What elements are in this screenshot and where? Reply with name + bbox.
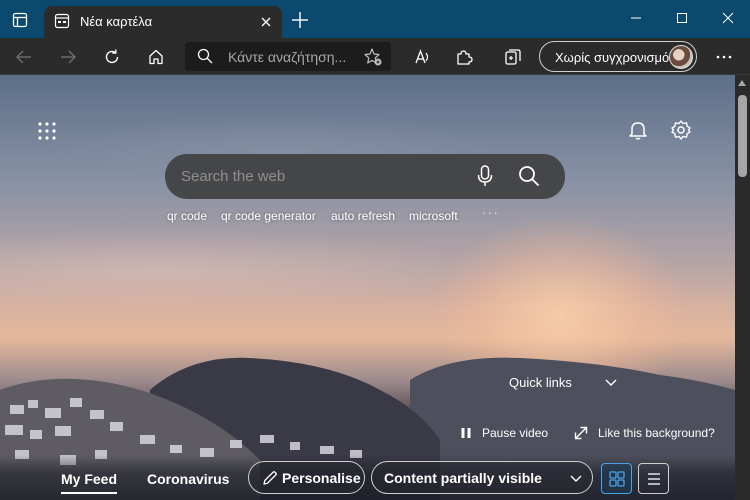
close-window-icon [722, 12, 734, 24]
pause-video-label: Pause video [482, 426, 549, 440]
collections-button[interactable] [501, 45, 525, 69]
home-icon [149, 49, 163, 65]
browser-tab[interactable]: Νέα καρτέλα [44, 6, 282, 38]
profile-button[interactable]: Χωρίς συγχρονισμό [539, 41, 697, 72]
search-suggestion[interactable]: microsoft [409, 209, 458, 223]
search-suggestion[interactable]: qr code [167, 209, 207, 223]
tab-actions-button[interactable] [7, 8, 33, 32]
page-scrollbar[interactable] [735, 75, 750, 500]
scroll-up-arrow-icon[interactable] [738, 80, 746, 86]
search-icon[interactable] [517, 164, 541, 188]
settings-more-button[interactable] [712, 45, 736, 69]
content-visibility-label: Content partially visible [384, 470, 542, 486]
search-suggestion[interactable]: qr code generator [221, 209, 316, 223]
profile-sync-status: Χωρίς συγχρονισμό [555, 50, 670, 65]
address-bar-placeholder: Κάντε αναζήτηση... [228, 49, 347, 65]
more-icon [716, 55, 732, 59]
refresh-icon [105, 49, 119, 64]
collections-icon [505, 49, 521, 65]
more-suggestions-button[interactable]: ··· [482, 204, 499, 220]
gear-icon[interactable] [670, 119, 692, 141]
pause-icon [461, 428, 471, 438]
pause-video-button[interactable]: Pause video [460, 426, 548, 440]
chevron-down-icon[interactable] [604, 376, 618, 390]
list-view-icon [647, 472, 660, 485]
avatar [669, 45, 693, 69]
web-search-box[interactable]: Search the web [165, 154, 565, 199]
search-suggestion[interactable]: auto refresh [331, 209, 395, 223]
address-bar[interactable]: Κάντε αναζήτηση... [185, 42, 391, 71]
personalise-button[interactable]: Personalise [248, 461, 365, 494]
scrollbar-thumb[interactable] [738, 95, 747, 177]
new-tab-page: Search the web qr code qr code generator… [0, 75, 735, 500]
new-tab-button[interactable] [290, 10, 310, 30]
read-aloud-icon [415, 49, 429, 64]
title-bar: Νέα καρτέλα [0, 0, 750, 38]
personalise-label: Personalise [282, 470, 361, 486]
back-button[interactable] [12, 45, 36, 69]
refresh-button[interactable] [100, 45, 124, 69]
maximize-icon [677, 13, 687, 23]
grid-view-button[interactable] [601, 463, 632, 494]
content-visibility-dropdown[interactable]: Content partially visible [371, 461, 593, 494]
tab-coronavirus[interactable]: Coronavirus [147, 471, 229, 487]
minimize-button[interactable] [624, 8, 648, 28]
grid-view-icon [608, 470, 625, 487]
microphone-icon[interactable] [476, 164, 494, 188]
list-view-button[interactable] [638, 463, 669, 494]
like-background-button[interactable]: Like this background? [574, 426, 715, 440]
forward-arrow-icon [61, 50, 76, 64]
quick-links-toggle[interactable]: Quick links [509, 375, 572, 390]
read-aloud-button[interactable] [410, 45, 434, 69]
apps-grid-icon[interactable] [37, 121, 57, 141]
expand-icon [574, 426, 588, 440]
search-icon [197, 48, 213, 64]
like-background-label: Like this background? [598, 426, 715, 440]
tab-my-feed[interactable]: My Feed [61, 471, 118, 494]
feed-bar: My Feed Coronavirus Personalise Content … [0, 455, 735, 500]
plus-icon [292, 12, 308, 28]
close-icon[interactable] [258, 14, 274, 30]
minimize-icon [631, 17, 641, 19]
extensions-icon [457, 50, 473, 65]
bell-icon[interactable] [627, 119, 649, 141]
tab-actions-icon [12, 12, 28, 28]
search-input[interactable]: Search the web [181, 168, 285, 185]
chevron-down-icon [570, 475, 582, 482]
pencil-icon [263, 471, 277, 485]
page-favicon [54, 13, 70, 29]
forward-button[interactable] [56, 45, 80, 69]
home-button[interactable] [144, 45, 168, 69]
close-window-button[interactable] [716, 8, 740, 28]
favorite-star-icon[interactable] [363, 47, 383, 67]
extensions-button[interactable] [452, 45, 476, 69]
tab-title: Νέα καρτέλα [80, 14, 153, 29]
back-arrow-icon [16, 50, 31, 64]
browser-toolbar: Κάντε αναζήτηση... Χωρίς συγχρονισμό [0, 38, 750, 75]
maximize-button[interactable] [670, 8, 694, 28]
